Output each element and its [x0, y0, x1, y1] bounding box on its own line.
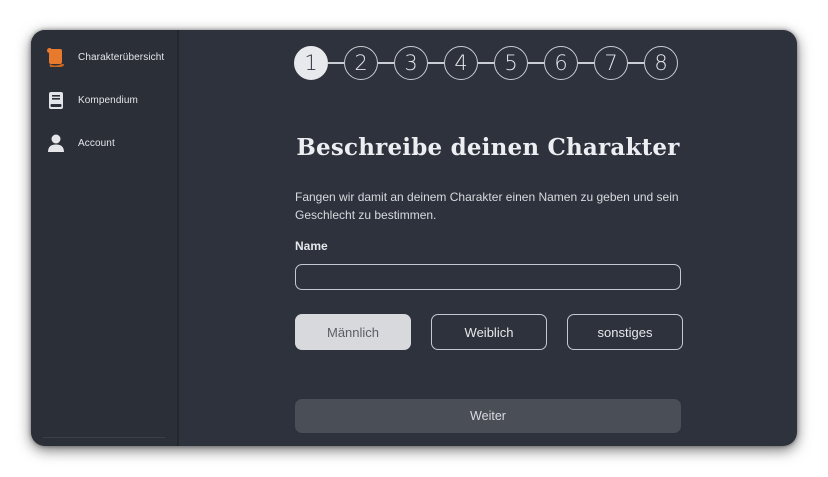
step-connector	[328, 62, 344, 64]
step-indicator: 1 2 3 4 5 6 7 8	[294, 46, 678, 80]
gender-other-button[interactable]: sonstiges	[567, 314, 683, 350]
next-button[interactable]: Weiter	[295, 399, 681, 433]
sidebar-divider	[43, 437, 165, 438]
step-6[interactable]: 6	[544, 46, 578, 80]
main-content: 1 2 3 4 5 6 7 8 Beschreibe deinen Charak…	[179, 30, 797, 446]
book-icon	[45, 89, 67, 111]
sidebar-item-account[interactable]: Account	[31, 132, 177, 154]
step-connector	[628, 62, 644, 64]
step-7[interactable]: 7	[594, 46, 628, 80]
step-1[interactable]: 1	[294, 46, 328, 80]
step-connector	[478, 62, 494, 64]
step-8[interactable]: 8	[644, 46, 678, 80]
app-window: Charakterübersicht Kompendium Account 1 …	[31, 30, 797, 446]
sidebar-item-charakteruebersicht[interactable]: Charakterübersicht	[31, 46, 177, 68]
step-connector	[528, 62, 544, 64]
step-connector	[378, 62, 394, 64]
step-3[interactable]: 3	[394, 46, 428, 80]
scroll-icon	[45, 46, 67, 68]
step-4[interactable]: 4	[444, 46, 478, 80]
sidebar-item-label: Kompendium	[78, 94, 138, 106]
sidebar-item-kompendium[interactable]: Kompendium	[31, 89, 177, 111]
gender-male-button[interactable]: Männlich	[295, 314, 411, 350]
gender-options: Männlich Weiblich sonstiges	[295, 314, 683, 350]
sidebar-item-label: Charakterübersicht	[78, 51, 165, 63]
name-input[interactable]	[295, 264, 681, 290]
gender-female-button[interactable]: Weiblich	[431, 314, 547, 350]
sidebar-item-label: Account	[78, 137, 115, 149]
user-icon	[45, 132, 67, 154]
step-connector	[578, 62, 594, 64]
page-title: Beschreibe deinen Charakter	[296, 134, 680, 161]
sidebar: Charakterübersicht Kompendium Account	[31, 30, 179, 446]
step-5[interactable]: 5	[494, 46, 528, 80]
step-2[interactable]: 2	[344, 46, 378, 80]
step-connector	[428, 62, 444, 64]
name-label: Name	[295, 239, 328, 253]
description-text: Fangen wir damit an deinem Charakter ein…	[295, 190, 679, 222]
